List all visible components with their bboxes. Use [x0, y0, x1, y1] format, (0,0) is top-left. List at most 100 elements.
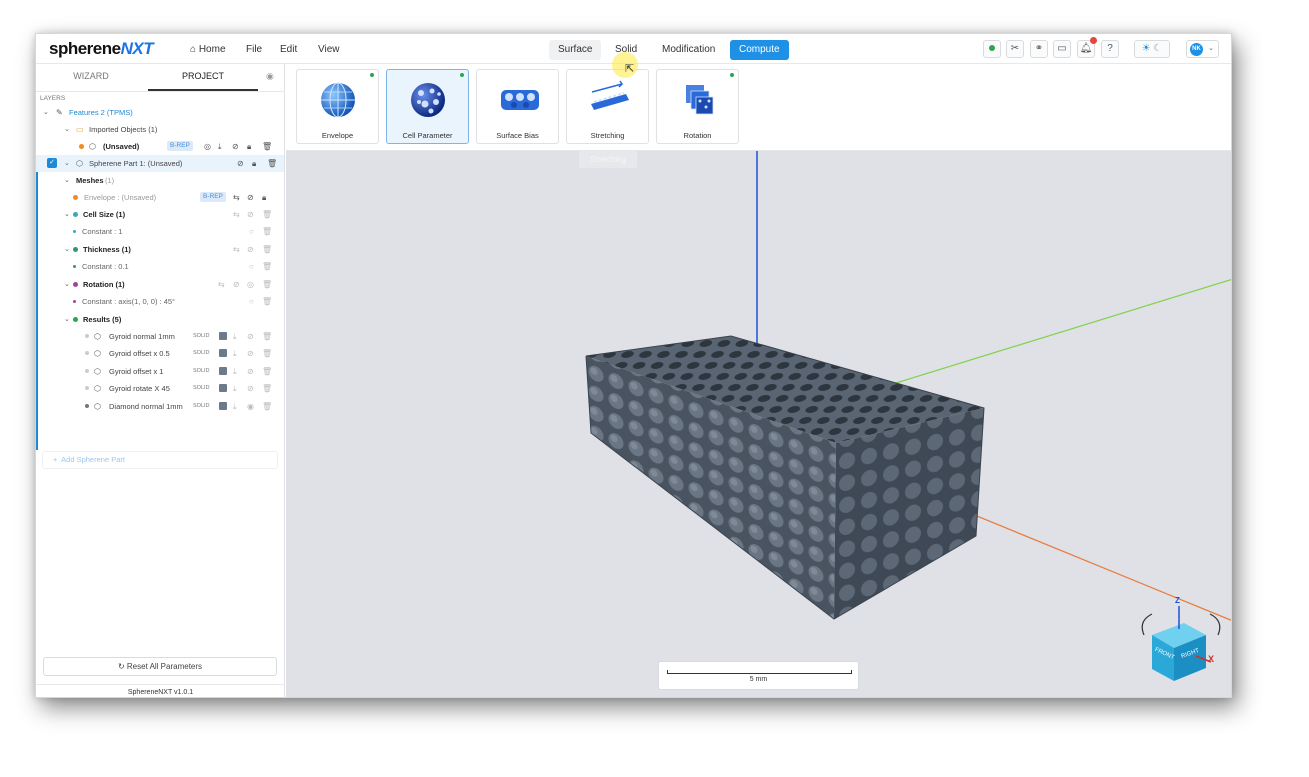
axis-x-label: X: [1208, 654, 1215, 664]
color-swatch[interactable]: [219, 367, 227, 375]
app-window: sphereneNXT ⌂ Home File Edit View Surfac…: [35, 33, 1232, 698]
download-icon[interactable]: ⤓: [233, 398, 237, 415]
tab-wizard[interactable]: WIZARD: [36, 64, 146, 91]
trash-icon[interactable]: 🗑︎: [262, 380, 272, 397]
trash-icon[interactable]: 🗑︎: [262, 241, 272, 258]
download-icon[interactable]: ⤓: [233, 363, 237, 380]
trash-icon[interactable]: 🗑︎: [262, 206, 272, 223]
download-icon[interactable]: ⤓: [218, 138, 222, 155]
lock-icon[interactable]: 🔒︎: [252, 155, 256, 172]
download-icon[interactable]: ⤓: [233, 345, 237, 362]
user-menu[interactable]: NK ⌄: [1186, 40, 1219, 58]
eye-off-icon[interactable]: ⊘: [247, 380, 254, 397]
trash-icon[interactable]: 🗑︎: [262, 328, 272, 345]
target-icon[interactable]: ○: [249, 258, 254, 275]
eye-off-icon[interactable]: ⊘: [232, 138, 239, 155]
result-item[interactable]: ⬡ Gyroid offset x 1 SOLID ⤓ ⊘ 🗑︎: [36, 363, 284, 380]
menu-home[interactable]: ⌂ Home: [190, 44, 226, 55]
tab-project[interactable]: PROJECT: [148, 64, 258, 91]
chevron-down-icon: ⌄: [64, 316, 70, 323]
eye-off-icon[interactable]: ⊘: [247, 345, 254, 362]
lock-icon[interactable]: 🔒︎: [247, 138, 251, 155]
theme-toggle-icon[interactable]: ☀ ☾: [1134, 40, 1170, 58]
tab-modification[interactable]: Modification: [653, 40, 724, 60]
part-checkbox[interactable]: ✓: [47, 158, 57, 168]
eye-off-icon[interactable]: ⊘: [237, 155, 244, 172]
menu-edit[interactable]: Edit: [280, 44, 297, 55]
folder-icon: ▭: [76, 125, 84, 134]
tree-imported-objects[interactable]: ⌄ ▭ Imported Objects (1): [36, 121, 284, 138]
eye-off-icon[interactable]: ⊘: [247, 363, 254, 380]
reset-all-parameters-button[interactable]: ↻ Reset All Parameters: [43, 657, 277, 676]
screen: sphereneNXT ⌂ Home File Edit View Surfac…: [0, 0, 1309, 777]
status-icon[interactable]: [983, 40, 1001, 58]
eye-off-icon[interactable]: ⊘: [247, 328, 254, 345]
3d-viewport[interactable]: FRONT RIGHT Z X 5 mm: [286, 151, 1231, 697]
tool-envelope[interactable]: Envelope: [296, 69, 379, 144]
compute-button[interactable]: Compute: [730, 40, 789, 60]
tree-spherene-part[interactable]: ✓ ⌄ ⬡ Spherene Part 1: (Unsaved) ⊘ 🔒︎ 🗑︎: [36, 155, 284, 172]
notification-icon[interactable]: 🔔︎: [1077, 37, 1097, 58]
eye-icon[interactable]: ◉: [247, 398, 254, 415]
tree-envelope[interactable]: Envelope : (Unsaved) B-REP ⇆ ⊘ 🔒︎: [36, 189, 284, 206]
target-icon[interactable]: ◎: [204, 138, 211, 155]
result-item[interactable]: ⬡ Gyroid normal 1mm SOLID ⤓ ⊘ 🗑︎: [36, 328, 284, 345]
menu-file[interactable]: File: [246, 44, 262, 55]
swap-icon[interactable]: ⇆: [218, 276, 225, 293]
color-swatch[interactable]: [219, 402, 227, 410]
tree-results[interactable]: ⌄ Results (5): [36, 311, 284, 328]
result-item[interactable]: ⬡ Gyroid rotate X 45 SOLID ⤓ ⊘ 🗑︎: [36, 380, 284, 397]
trash-icon[interactable]: 🗑︎: [262, 363, 272, 380]
target-icon[interactable]: ○: [249, 293, 254, 310]
tree-thickness-value[interactable]: Constant : 0.1 ○ 🗑︎: [36, 258, 284, 275]
eye-off-icon[interactable]: ⊘: [247, 189, 254, 206]
trash-icon[interactable]: 🗑︎: [267, 155, 277, 172]
trash-icon[interactable]: 🗑︎: [262, 223, 272, 240]
result-item[interactable]: ⬡ Diamond normal 1mm SOLID ⤓ ◉ 🗑︎: [36, 398, 284, 415]
color-swatch[interactable]: [219, 349, 227, 357]
tree-rotation-value[interactable]: Constant : axis(1, 0, 0) : 45° ○ 🗑︎: [36, 293, 284, 310]
chevron-down-icon: ⌄: [43, 109, 49, 116]
tree-cell-size-value[interactable]: Constant : 1 ○ 🗑︎: [36, 223, 284, 240]
result-item[interactable]: ⬡ Gyroid offset x 0.5 SOLID ⤓ ⊘ 🗑︎: [36, 345, 284, 362]
tree-meshes[interactable]: ⌄ Meshes (1): [36, 172, 284, 189]
tree-rotation[interactable]: ⌄ Rotation (1) ⇆ ⊘ ◎ 🗑︎: [36, 276, 284, 293]
target-icon[interactable]: ○: [249, 223, 254, 240]
eye-off-icon[interactable]: ⊘: [233, 276, 240, 293]
help-icon[interactable]: ?: [1101, 40, 1119, 58]
lock-icon[interactable]: 🔒︎: [262, 189, 266, 206]
target-icon[interactable]: ◎: [247, 276, 254, 293]
menu-view[interactable]: View: [318, 44, 340, 55]
tree-features[interactable]: ⌄ ✎ Features 2 (TPMS): [36, 104, 284, 121]
swap-icon[interactable]: ⇆: [233, 241, 240, 258]
cube-icon: ⬡: [94, 367, 101, 376]
chat-icon[interactable]: ▭: [1053, 40, 1071, 58]
tool-rotation[interactable]: Rotation: [656, 69, 739, 144]
tree-thickness[interactable]: ⌄ Thickness (1) ⇆ ⊘ 🗑︎: [36, 241, 284, 258]
color-swatch[interactable]: [219, 332, 227, 340]
tab-surface[interactable]: Surface: [549, 40, 602, 60]
trash-icon[interactable]: 🗑︎: [262, 276, 272, 293]
tree-imported-item[interactable]: ⬡ (Unsaved) B-REP ◎ ⤓ ⊘ 🔒︎ 🗑︎: [36, 138, 284, 155]
tool-cell-parameter[interactable]: Cell Parameter: [386, 69, 469, 144]
swap-icon[interactable]: ⇆: [233, 206, 240, 223]
trash-icon[interactable]: 🗑︎: [262, 138, 272, 155]
download-icon[interactable]: ⤓: [233, 328, 237, 345]
trash-icon[interactable]: 🗑︎: [262, 398, 272, 415]
eye-off-icon[interactable]: ⊘: [247, 241, 254, 258]
trash-icon[interactable]: 🗑︎: [262, 258, 272, 275]
status-dot: [460, 73, 464, 77]
swap-icon[interactable]: ⇆: [233, 189, 240, 206]
tools-icon[interactable]: ✂: [1006, 40, 1024, 58]
trash-icon[interactable]: 🗑︎: [262, 345, 272, 362]
color-swatch[interactable]: [219, 384, 227, 392]
download-icon[interactable]: ⤓: [233, 380, 237, 397]
link-icon[interactable]: ⚭: [1030, 40, 1048, 58]
visibility-icon[interactable]: ◉: [266, 71, 274, 82]
trash-icon[interactable]: 🗑︎: [262, 293, 272, 310]
tool-stretching[interactable]: Stretching: [566, 69, 649, 144]
add-spherene-part-button[interactable]: + Add Spherene Part: [42, 451, 278, 469]
tool-surface-bias[interactable]: Surface Bias: [476, 69, 559, 144]
eye-off-icon[interactable]: ⊘: [247, 206, 254, 223]
tree-cell-size[interactable]: ⌄ Cell Size (1) ⇆ ⊘ 🗑︎: [36, 206, 284, 223]
